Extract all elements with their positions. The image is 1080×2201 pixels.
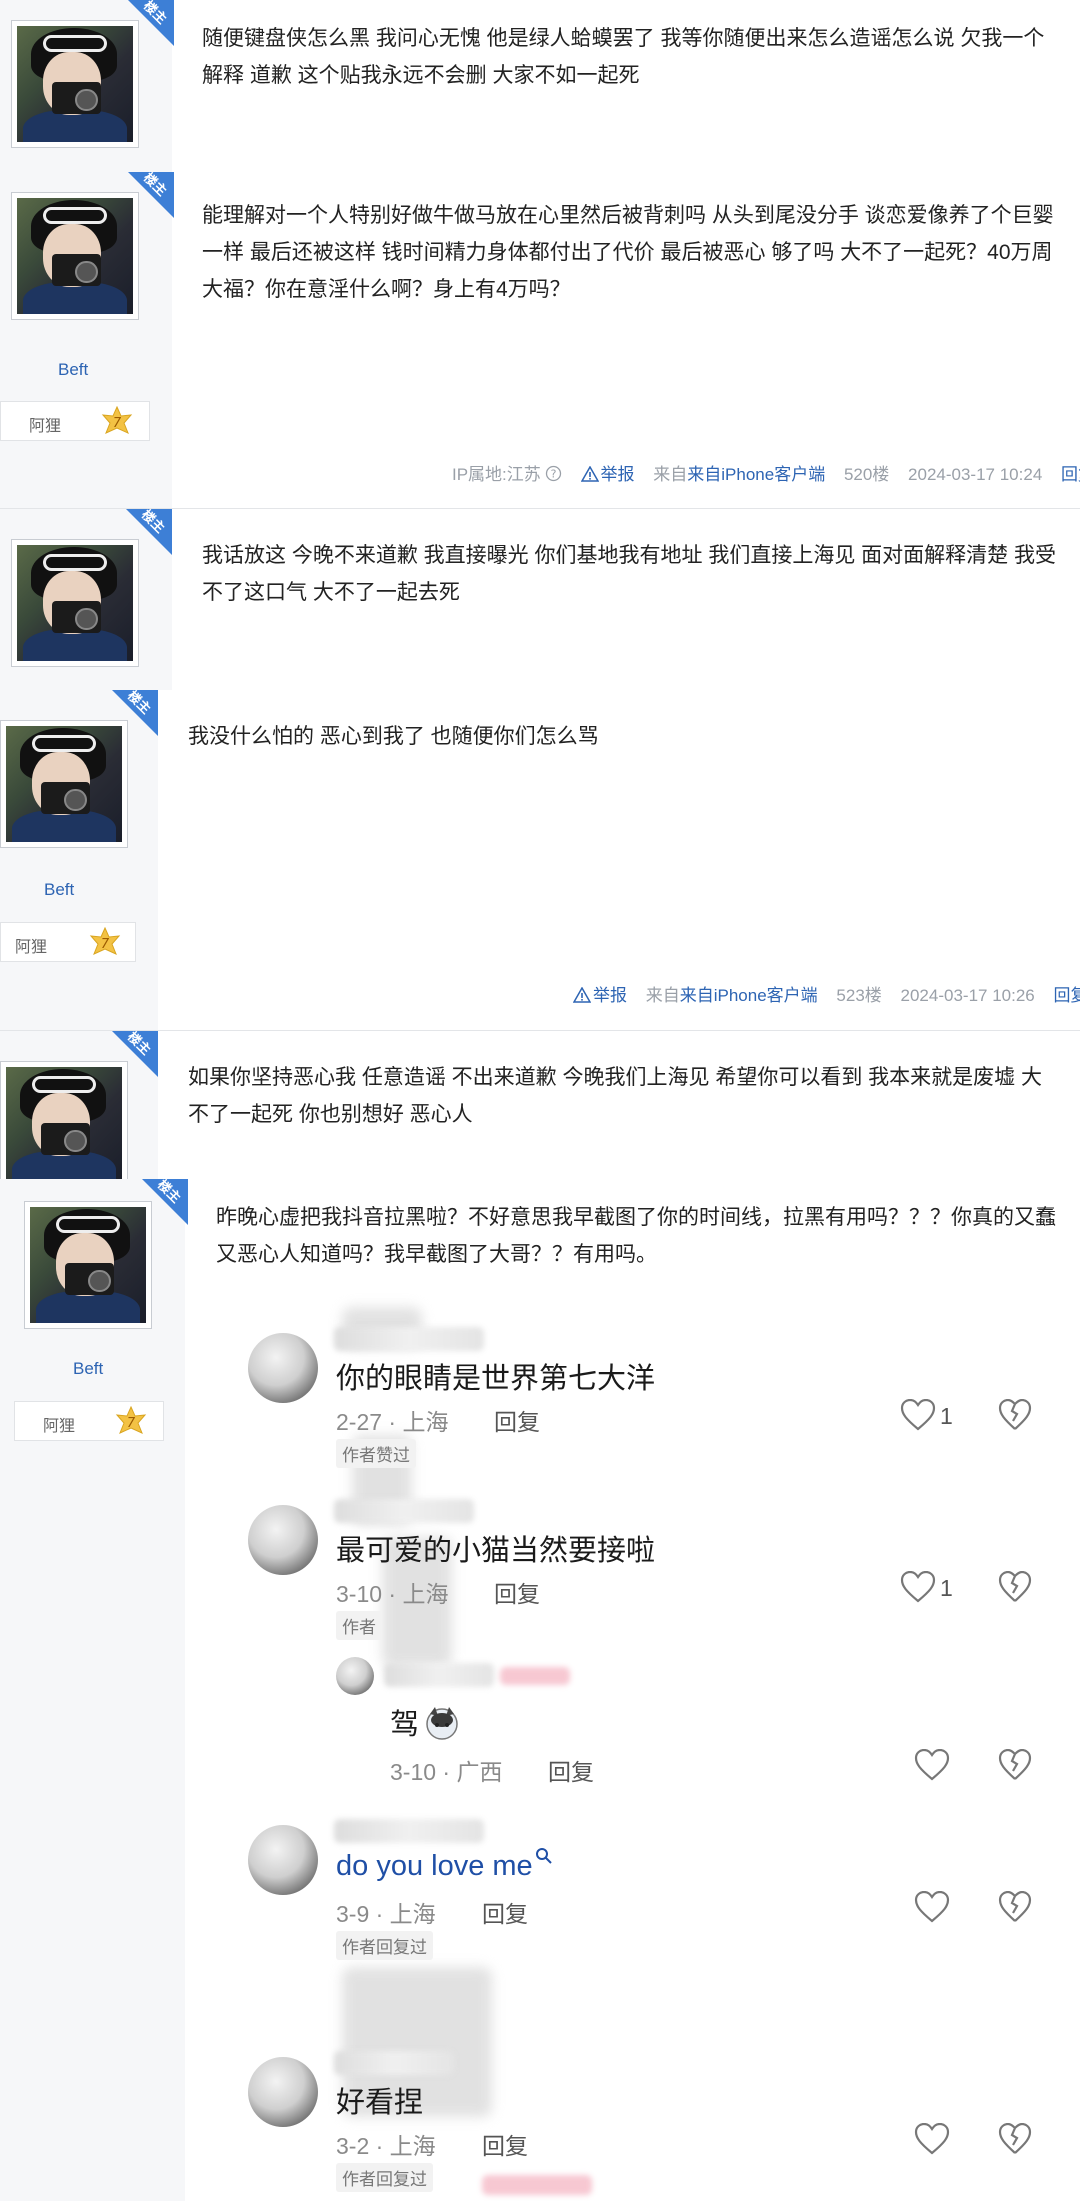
source-label: 来自来自iPhone客户端 [645, 986, 818, 1005]
post-content: 我没什么怕的 恶心到我了 也随便你们怎么骂 [188, 725, 599, 748]
avatar[interactable] [11, 192, 139, 320]
comment-meta: 3-2 · 上海 [336, 2133, 436, 2159]
report-link[interactable]: 举报 [580, 465, 635, 484]
username-link[interactable]: Beft [44, 880, 74, 900]
commenter-name-blurred [500, 1667, 570, 1685]
floor-number: 523楼 [836, 986, 882, 1005]
post-time: 2024-03-17 10:26 [900, 986, 1035, 1005]
comment-reply-button[interactable]: 回复 [482, 1895, 528, 1929]
floor-number: 520楼 [843, 465, 890, 484]
level-badge[interactable]: 阿狸 7 [14, 1401, 164, 1441]
ip-location: IP属地:江苏 [452, 465, 541, 484]
post-2: 楼主 Beft 阿狸 7 能理解对一个人特别好做牛做马放在心里然后被背刺吗 从头… [0, 170, 1080, 508]
svg-text:7: 7 [113, 416, 122, 431]
commenter-name-blurred [384, 1663, 494, 1687]
level-name: 阿狸 [29, 418, 62, 435]
author-tag: 作者回复过 [336, 2163, 433, 2192]
post-1: 楼主 随便键盘侠怎么黑 我问心无愧 他是绿人蛤蟆罢了 我等你随便出来怎么造谣怎么… [0, 0, 1080, 170]
client-link[interactable]: 来自iPhone客户端 [687, 465, 825, 484]
commenter-avatar[interactable] [248, 1505, 318, 1575]
avatar[interactable] [11, 539, 139, 667]
warning-triangle-icon [572, 986, 592, 1003]
level-name: 阿狸 [43, 1418, 76, 1435]
blur-overlay [482, 2175, 592, 2195]
avatar[interactable] [11, 20, 139, 148]
broken-heart-icon[interactable] [998, 1571, 1032, 1603]
post-content: 我话放这 今晚不来道歉 我直接曝光 你们基地我有地址 我们直接上海见 面对面解释… [202, 544, 1057, 604]
post-time: 2024-03-17 10:24 [908, 465, 1043, 484]
avatar[interactable] [0, 720, 128, 848]
comment-text: do you love me [336, 1847, 553, 1883]
broken-heart-icon[interactable] [998, 1399, 1032, 1431]
avatar[interactable] [24, 1201, 152, 1329]
commenter-name-blurred [334, 1327, 484, 1351]
post-3: 楼主 我话放这 今晚不来道歉 我直接曝光 你们基地我有地址 我们直接上海见 面对… [0, 507, 1080, 690]
comment-reply-button[interactable]: 回复 [494, 1575, 540, 1609]
comment-meta: 3-10 · 上海 [336, 1581, 449, 1607]
heart-icon[interactable] [914, 2123, 950, 2155]
like-count: 1 [940, 1575, 953, 1601]
username-link[interactable]: Beft [73, 1359, 103, 1379]
source-label: 来自来自iPhone客户端 [653, 465, 826, 484]
comment-reply-button[interactable]: 回复 [494, 1403, 540, 1437]
broken-heart-icon[interactable] [998, 1749, 1032, 1781]
post-content: 随便键盘侠怎么黑 我问心无愧 他是绿人蛤蟆罢了 我等你随便出来怎么造谣怎么说 欠… [202, 27, 1045, 87]
level-badge[interactable]: 阿狸 7 [0, 401, 150, 441]
author-tag: 作者赞过 [336, 1439, 416, 1468]
post-tail: 举报 来自来自iPhone客户端 523楼 2024-03-17 10:26 回… [572, 981, 1080, 1006]
heart-icon[interactable] [900, 1571, 936, 1603]
comment-text: 最可爱的小猫当然要接啦 [336, 1535, 656, 1567]
post-content: 能理解对一个人特别好做牛做马放在心里然后被背刺吗 从头到尾没分手 谈恋爱像养了个… [202, 204, 1054, 301]
broken-heart-icon[interactable] [998, 2123, 1032, 2155]
commenter-name-blurred [334, 2051, 454, 2075]
post-4: 楼主 Beft 阿狸 7 我没什么怕的 恶心到我了 也随便你们怎么骂 举报 来自… [0, 688, 1080, 1030]
cat-emoji-icon [426, 1707, 458, 1740]
author-tag: 作者 [336, 1611, 382, 1640]
reply-link[interactable]: 回复 [1061, 465, 1080, 484]
avatar[interactable] [0, 1061, 128, 1189]
level-star-icon: 7 [89, 927, 121, 955]
embedded-screenshot[interactable]: 你的眼睛是世界第七大洋 2-27 · 上海 回复 作者赞过 1 最可爱的小猫当然… [232, 1277, 1062, 2201]
comment-text: 好看捏 [336, 2087, 424, 2119]
level-name: 阿狸 [15, 939, 48, 956]
comment-reply-button[interactable]: 回复 [548, 1753, 594, 1787]
svg-text:?: ? [550, 468, 556, 481]
comment-meta: 3-9 · 上海 [336, 1901, 436, 1927]
search-icon[interactable] [535, 1847, 553, 1865]
warning-triangle-icon [580, 465, 599, 482]
post-5: 楼主 如果你坚持恶心我 任意造谣 不出来道歉 今晚我们上海见 希望你可以看到 我… [0, 1029, 1080, 1189]
question-circle-icon: ? [545, 465, 561, 482]
comment-text: 驾 [390, 1701, 461, 1743]
commenter-avatar[interactable] [248, 2057, 318, 2127]
broken-heart-icon[interactable] [998, 1891, 1032, 1923]
commenter-avatar[interactable] [248, 1825, 318, 1895]
heart-icon[interactable] [914, 1891, 950, 1923]
client-link[interactable]: 来自iPhone客户端 [680, 986, 818, 1005]
author-tag: 作者回复过 [336, 1931, 433, 1960]
post-content: 如果你坚持恶心我 任意造谣 不出来道歉 今晚我们上海见 希望你可以看到 我本来就… [188, 1066, 1043, 1126]
svg-text:7: 7 [127, 1416, 136, 1431]
comment-meta: 3-10 · 广西 [390, 1759, 503, 1785]
heart-icon[interactable] [900, 1399, 936, 1431]
post-6: 楼主 Beft 阿狸 7 昨晚心虚把我抖音拉黑啦？不好意思我早截图了你的时间线，… [0, 1177, 1080, 2201]
commenter-avatar[interactable] [336, 1657, 374, 1695]
level-star-icon: 7 [101, 406, 133, 434]
commenter-name-blurred [334, 1499, 474, 1523]
author-column [0, 1179, 185, 2201]
level-badge[interactable]: 阿狸 7 [0, 922, 136, 962]
comment-text: 你的眼睛是世界第七大洋 [336, 1363, 656, 1395]
post-tail: IP属地:江苏? 举报 来自来自iPhone客户端 520楼 2024-03-1… [452, 460, 1080, 485]
like-count: 1 [940, 1403, 953, 1429]
level-star-icon: 7 [115, 1406, 147, 1434]
reply-link[interactable]: 回复 [1053, 986, 1080, 1005]
commenter-name-blurred [334, 1819, 484, 1843]
report-link[interactable]: 举报 [572, 986, 627, 1005]
comment-meta: 2-27 · 上海 [336, 1409, 449, 1435]
post-content: 昨晚心虚把我抖音拉黑啦？不好意思我早截图了你的时间线，拉黑有用吗？？？你真的又蠢… [216, 1206, 1056, 1266]
svg-text:7: 7 [101, 937, 110, 952]
username-link[interactable]: Beft [58, 360, 88, 380]
heart-icon[interactable] [914, 1749, 950, 1781]
comment-reply-button[interactable]: 回复 [482, 2127, 528, 2161]
commenter-avatar[interactable] [248, 1333, 318, 1403]
